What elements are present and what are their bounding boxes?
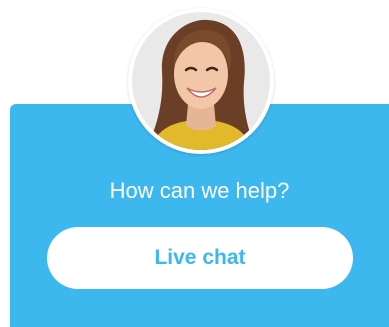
live-chat-button[interactable]: Live chat	[47, 227, 353, 289]
chat-widget: How can we help? Live chat	[0, 0, 389, 327]
agent-avatar-icon	[132, 12, 270, 150]
help-headline: How can we help?	[109, 178, 290, 203]
agent-avatar	[128, 8, 274, 154]
live-chat-button-label: Live chat	[154, 246, 246, 269]
